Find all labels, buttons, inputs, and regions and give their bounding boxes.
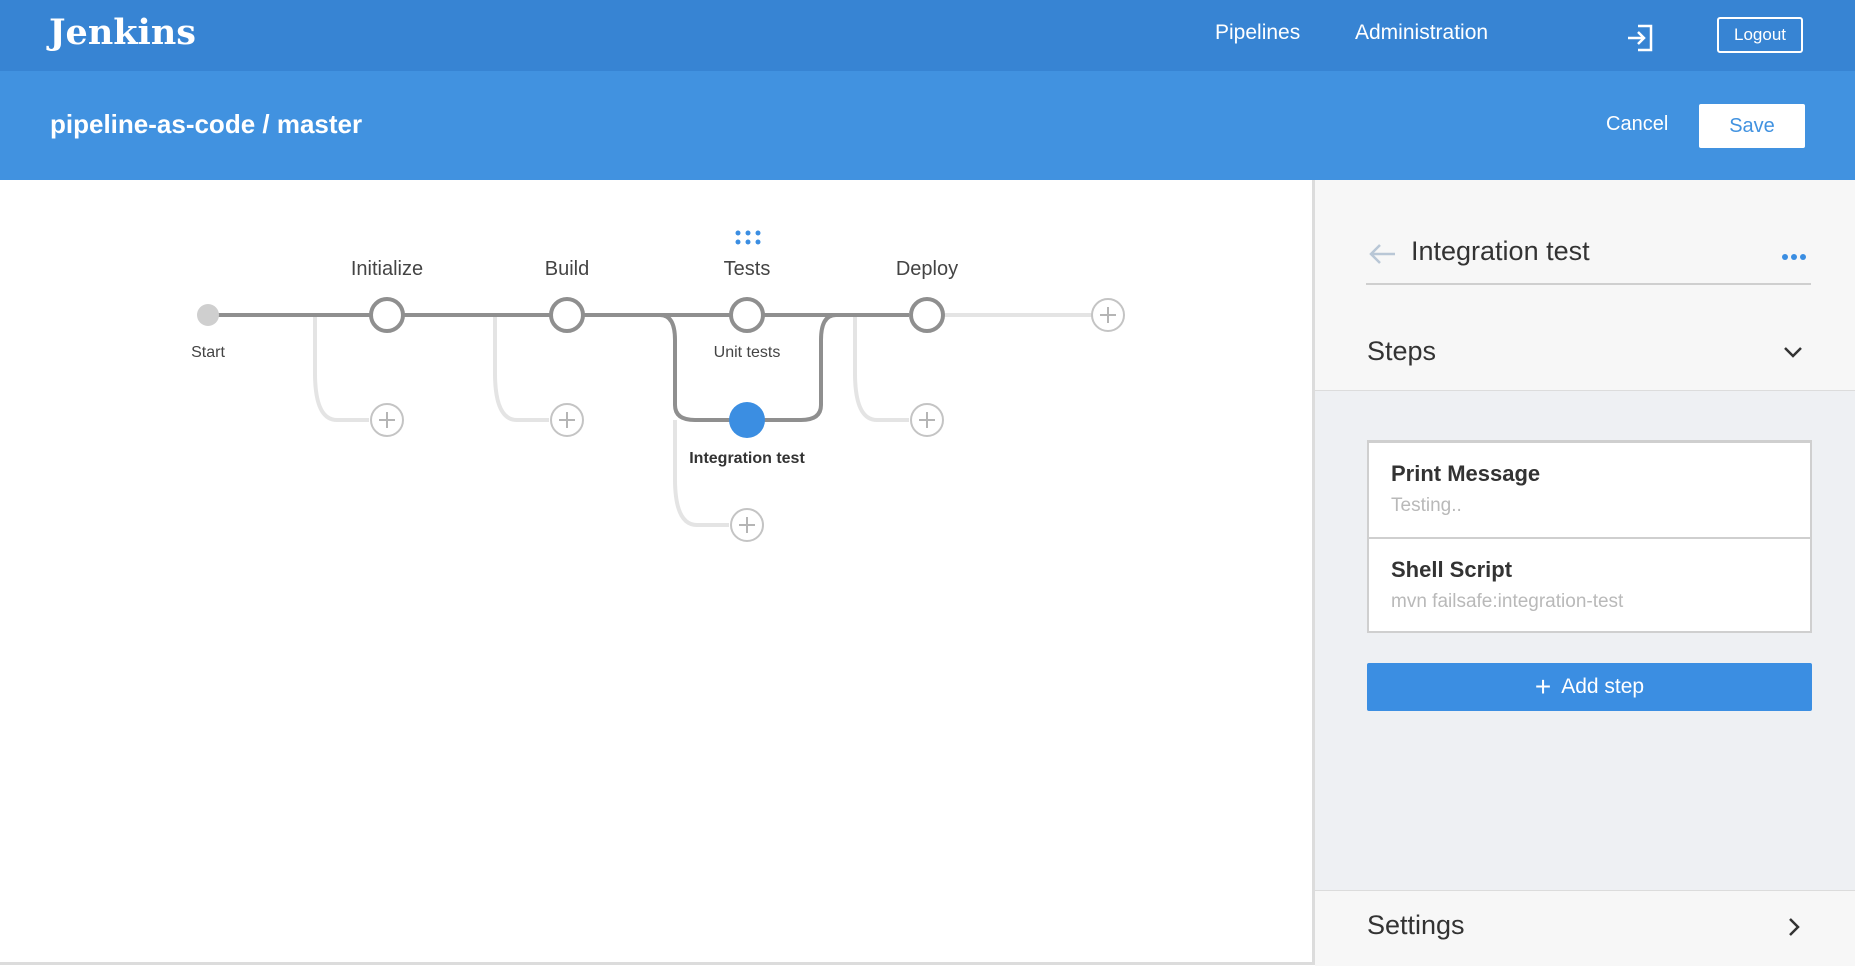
steps-section-label[interactable]: Steps bbox=[1367, 336, 1436, 367]
plus-icon: + bbox=[1534, 671, 1552, 702]
drag-handle-icon[interactable] bbox=[735, 230, 761, 246]
stage-editor-panel: Integration test Steps Print Message Tes… bbox=[1312, 180, 1855, 966]
back-arrow-icon[interactable] bbox=[1367, 242, 1397, 266]
more-options-icon[interactable] bbox=[1781, 252, 1807, 262]
jenkins-logo[interactable]: Jenkins bbox=[49, 12, 196, 53]
panel-header: Integration test Steps bbox=[1315, 180, 1855, 391]
step-title: Print Message bbox=[1391, 461, 1541, 486]
step-title: Shell Script bbox=[1391, 557, 1513, 582]
add-parallel-button-deploy[interactable] bbox=[909, 402, 945, 438]
cancel-button[interactable]: Cancel bbox=[1606, 113, 1668, 136]
title-divider bbox=[1366, 283, 1811, 285]
stage-node-initialize-target[interactable] bbox=[369, 297, 405, 333]
top-nav-bar: Jenkins Pipelines Administration Logout bbox=[0, 0, 1855, 71]
stage-node-unit-tests-target[interactable] bbox=[729, 297, 765, 333]
stage-label-initialize[interactable]: Initialize bbox=[351, 258, 423, 281]
start-node bbox=[197, 304, 219, 326]
add-step-label: Add step bbox=[1561, 675, 1645, 698]
logout-button[interactable]: Logout bbox=[1717, 17, 1803, 53]
step-list: Print Message Testing.. Shell Script mvn… bbox=[1367, 440, 1812, 633]
settings-section-label: Settings bbox=[1367, 910, 1465, 940]
branch-label-unit-tests[interactable]: Unit tests bbox=[714, 344, 781, 362]
step-item-print-message[interactable]: Print Message Testing.. bbox=[1369, 443, 1810, 537]
page-title: pipeline-as-code / master bbox=[50, 109, 363, 139]
nav-administration-link[interactable]: Administration bbox=[1355, 21, 1488, 45]
add-parallel-button-build[interactable] bbox=[549, 402, 585, 438]
save-button[interactable]: Save bbox=[1699, 104, 1805, 148]
branch-label-integration-test[interactable]: Integration test bbox=[689, 450, 805, 468]
panel-title: Integration test bbox=[1411, 236, 1590, 266]
chevron-right-icon bbox=[1789, 918, 1800, 936]
pipeline-header-bar: pipeline-as-code / master Cancel Save bbox=[0, 71, 1855, 180]
stage-label-build[interactable]: Build bbox=[545, 258, 589, 281]
stage-label-deploy[interactable]: Deploy bbox=[896, 258, 958, 281]
exit-icon[interactable] bbox=[1625, 23, 1655, 53]
stage-node-integration-test-target[interactable] bbox=[727, 400, 767, 440]
step-subtitle: Testing.. bbox=[1391, 495, 1462, 516]
add-step-button[interactable]: + Add step bbox=[1367, 663, 1812, 711]
pipeline-graph-canvas: Initialize Build Tests Deploy Start Unit… bbox=[0, 180, 1312, 965]
nav-pipelines-link[interactable]: Pipelines bbox=[1215, 21, 1300, 45]
step-item-shell-script[interactable]: Shell Script mvn failsafe:integration-te… bbox=[1369, 537, 1810, 631]
settings-section-toggle[interactable]: Settings bbox=[1315, 890, 1855, 966]
add-parallel-button-tests[interactable] bbox=[729, 507, 765, 543]
step-subtitle: mvn failsafe:integration-test bbox=[1391, 591, 1624, 612]
add-parallel-button-initialize[interactable] bbox=[369, 402, 405, 438]
chevron-down-icon[interactable] bbox=[1783, 345, 1803, 359]
stage-label-tests[interactable]: Tests bbox=[724, 258, 771, 281]
stage-node-build-target[interactable] bbox=[549, 297, 585, 333]
add-stage-button[interactable] bbox=[1090, 297, 1126, 333]
stage-node-deploy-target[interactable] bbox=[909, 297, 945, 333]
start-label: Start bbox=[191, 344, 225, 361]
